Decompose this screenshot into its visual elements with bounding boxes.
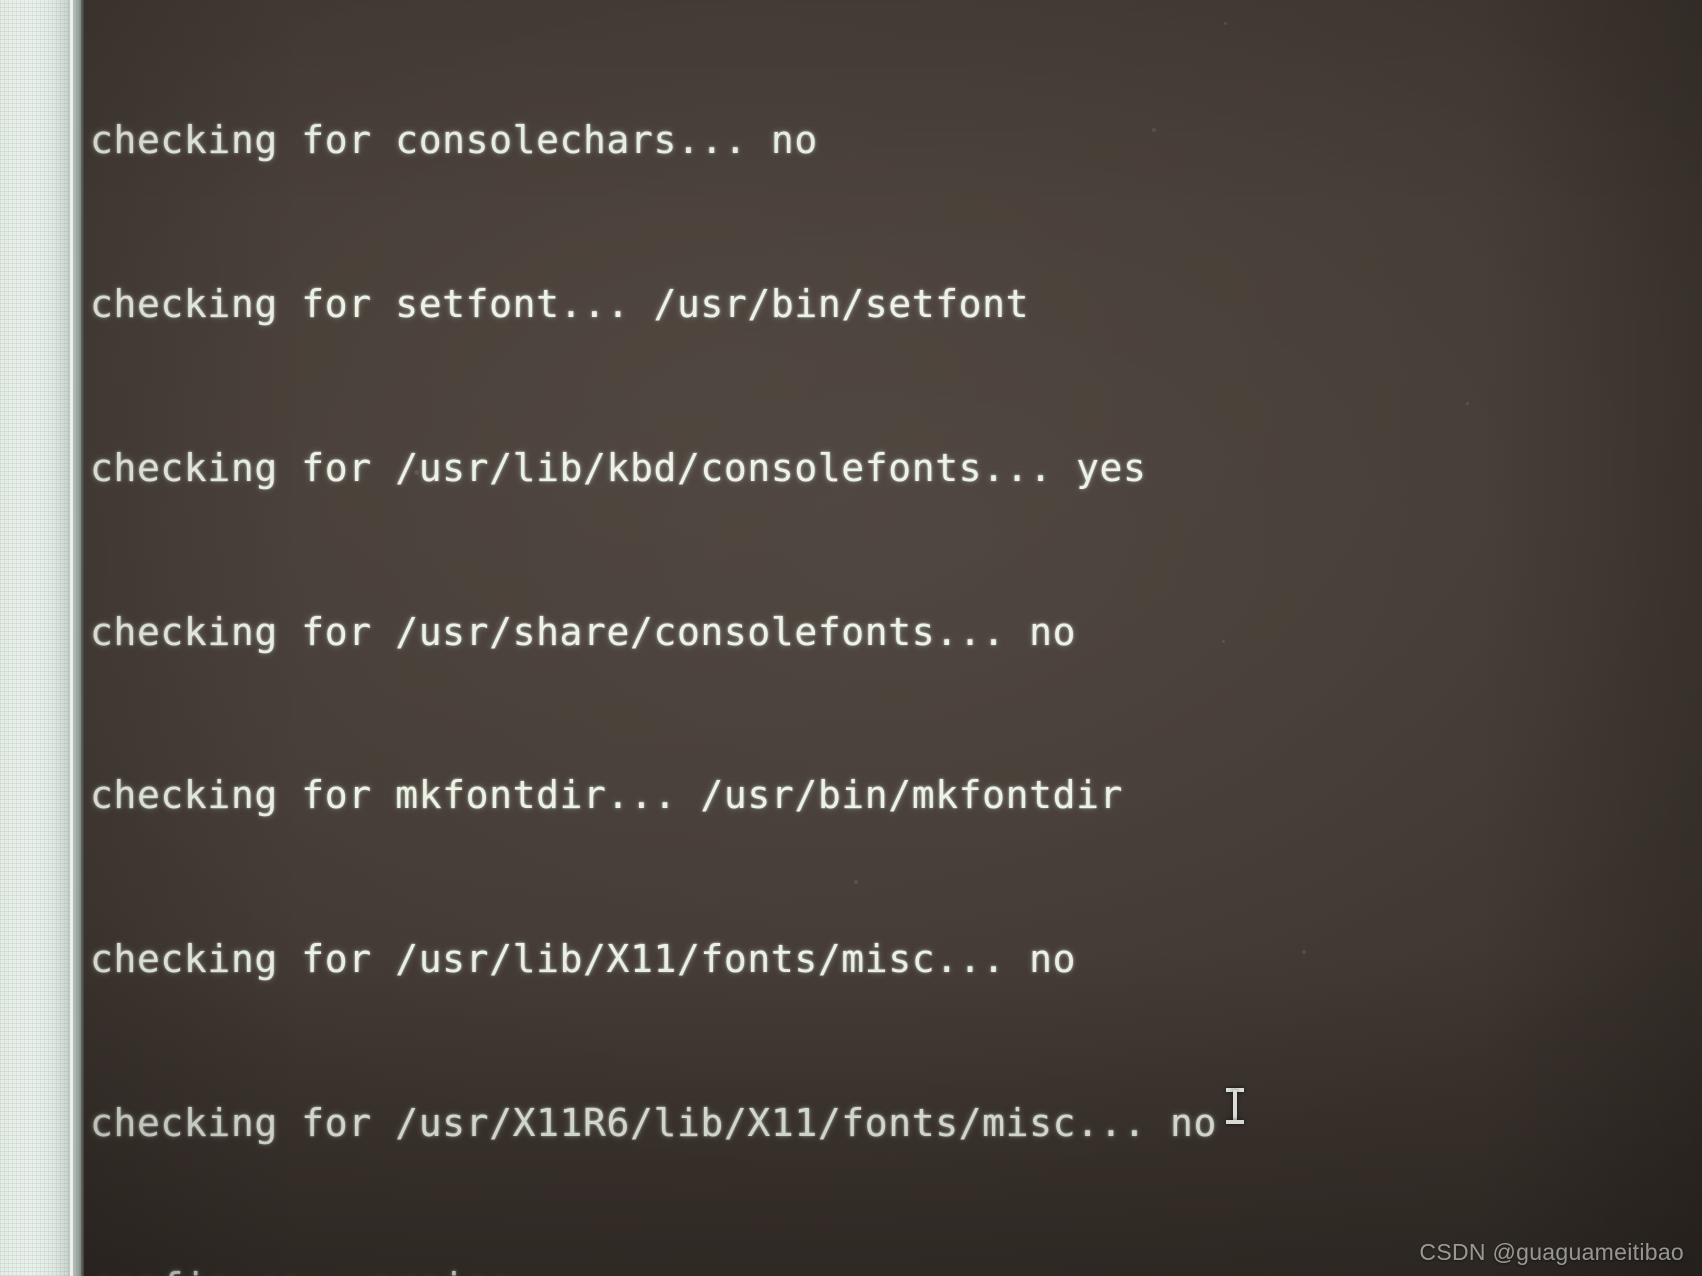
terminal-line: checking for /usr/X11R6/lib/X11/fonts/mi… xyxy=(90,1100,1217,1145)
csdn-watermark: CSDN @guaguameitibao xyxy=(1419,1239,1684,1265)
terminal-line: checking for consolechars... no xyxy=(90,118,818,163)
terminal-line: checking for /usr/lib/X11/fonts/misc... … xyxy=(90,937,1077,982)
terminal-screen[interactable]: checking for consolechars... no checking… xyxy=(84,0,1702,1276)
terminal-photo: checking for consolechars... no checking… xyxy=(0,0,1702,1276)
terminal-line: checking for /usr/share/consolefonts... … xyxy=(90,609,1077,654)
bezel-mid-edge xyxy=(76,0,79,1276)
terminal-output: checking for consolechars... no checking… xyxy=(90,4,1702,1276)
monitor-bezel xyxy=(0,0,84,1276)
bezel-highlight-edge xyxy=(70,0,73,1276)
terminal-line: checking for mkfontdir... /usr/bin/mkfon… xyxy=(90,773,1124,818)
terminal-line: checking for setfont... /usr/bin/setfont xyxy=(90,281,1030,326)
terminal-line: checking for /usr/lib/kbd/consolefonts..… xyxy=(90,445,1147,490)
